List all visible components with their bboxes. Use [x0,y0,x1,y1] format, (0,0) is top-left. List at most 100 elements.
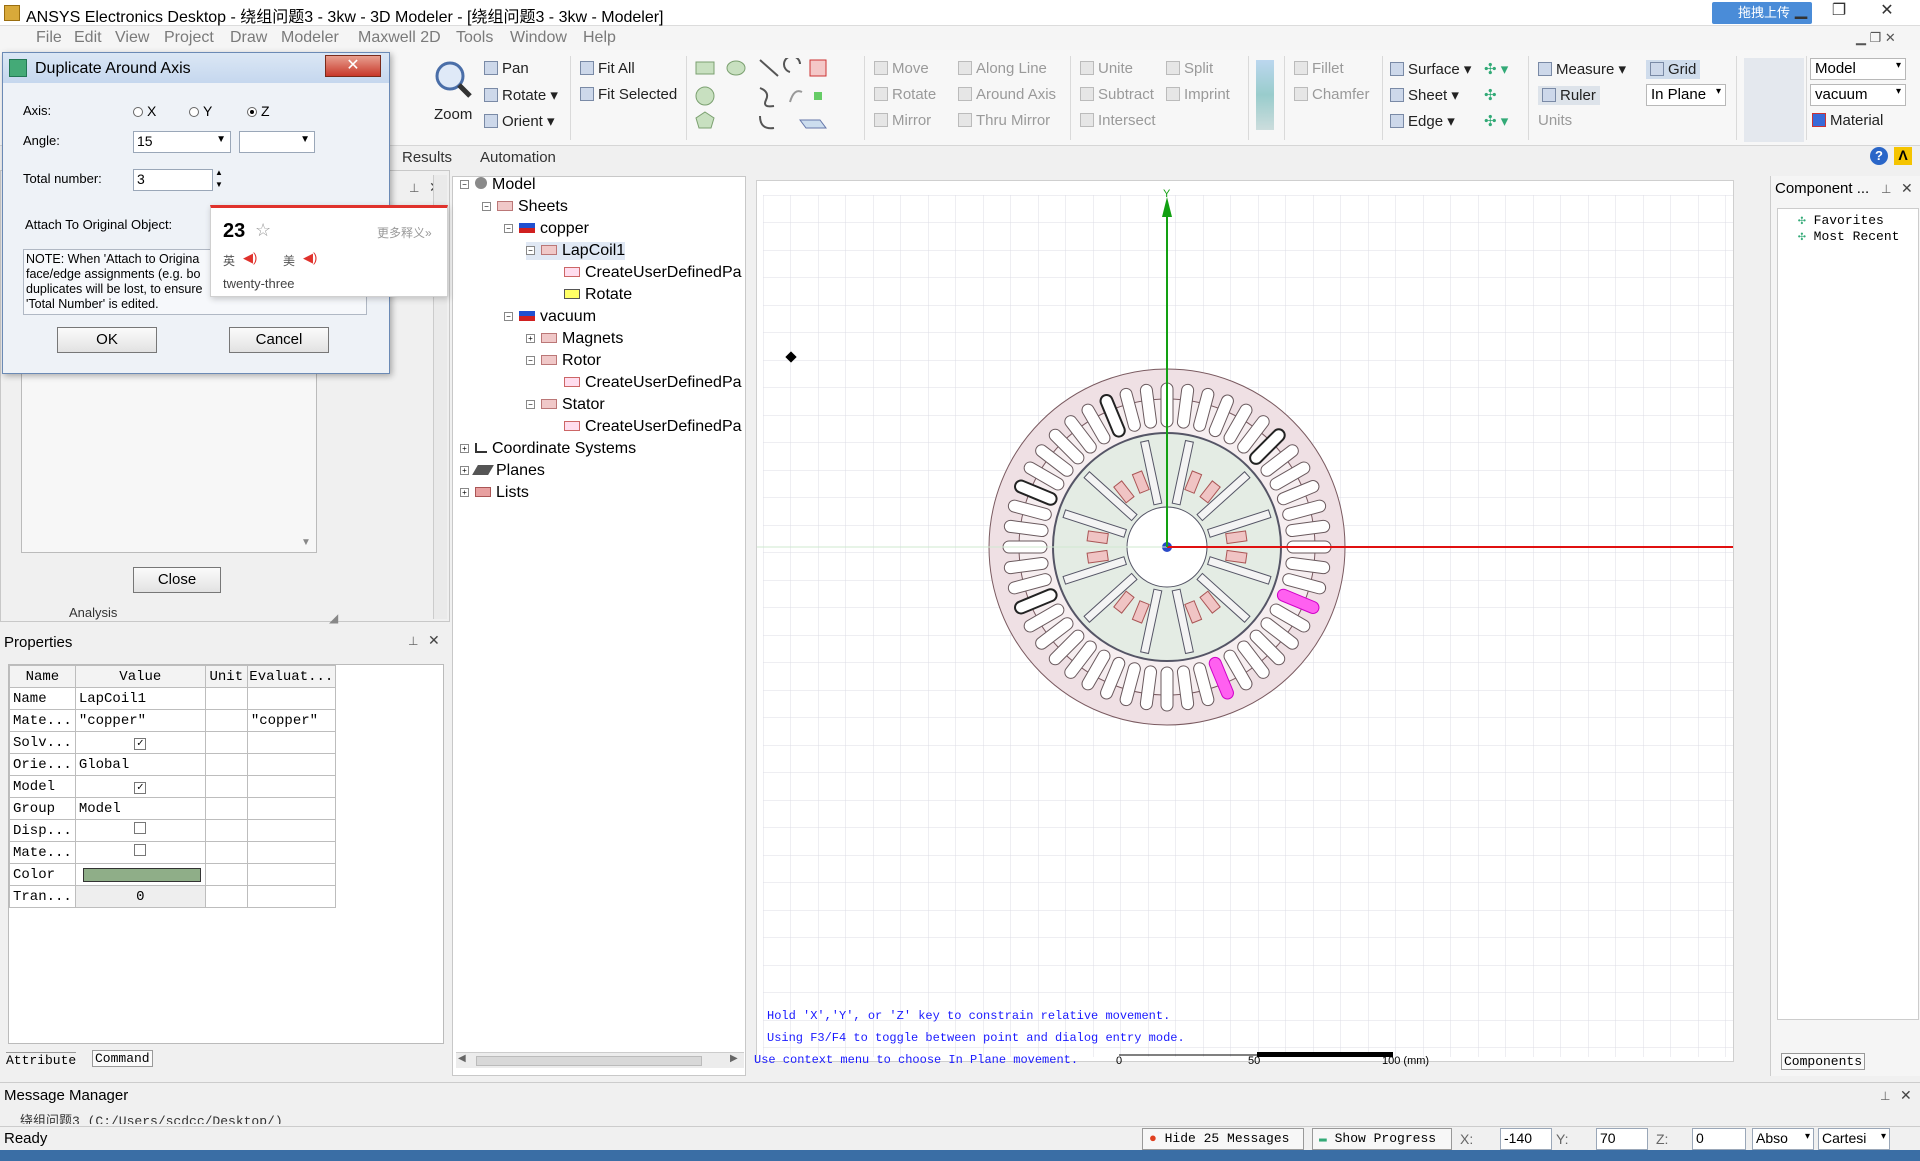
ruler-button[interactable]: Ruler [1538,86,1600,105]
model-checkbox[interactable]: ✓ [134,781,147,794]
tab-attribute[interactable]: Attribute [6,1052,77,1068]
dropdown-icon[interactable]: ▼ [216,134,226,145]
tree-node-copper[interactable]: − copper [504,220,589,238]
more-meanings-link[interactable]: 更多释义» [377,224,432,241]
axis-tools-icon[interactable]: ✣ ▾ [1484,60,1508,78]
orient-button[interactable]: Orient ▾ [484,112,555,130]
menu-help[interactable]: Help [583,29,616,47]
pan-button[interactable]: Pan [484,60,529,77]
minimize-icon[interactable]: ▁ [1786,0,1816,22]
speaker-uk-icon[interactable]: ◀) [243,250,257,266]
y-coordinate-input[interactable]: 70 [1596,1128,1648,1150]
table-row[interactable]: Model ✓ [9,775,336,798]
col-eval-header[interactable]: Evaluat... [246,665,336,688]
axis-more-icon[interactable]: ✣ ▾ [1484,112,1508,130]
axis-align-icon[interactable]: ✣ [1484,86,1497,104]
grid-plane-select[interactable]: In Plane ▾ [1646,84,1726,106]
axis-x-radio[interactable]: X [133,103,156,119]
thru-mirror-button[interactable]: Thru Mirror [958,112,1050,129]
table-row[interactable]: Tran... 0 [9,885,336,908]
panel-close-icon[interactable]: ✕ [428,632,440,649]
rotate-object-button[interactable]: Rotate [874,86,936,103]
pin-icon[interactable]: ⊥ [1880,1089,1890,1103]
unite-button[interactable]: Unite [1080,60,1133,77]
menu-project[interactable]: Project [164,29,214,47]
cancel-button[interactable]: Cancel [229,327,329,353]
col-value-header[interactable]: Value [74,665,206,688]
view-tools-icon[interactable] [1256,60,1274,130]
tree-node-lists[interactable]: + Lists [460,484,529,502]
x-coordinate-input[interactable]: -140 [1500,1128,1552,1150]
col-unit-header[interactable]: Unit [204,665,248,688]
display-wireframe-checkbox[interactable] [134,822,147,834]
zoom-icon[interactable] [432,58,474,100]
fillet-button[interactable]: Fillet [1294,60,1344,77]
prop-value[interactable]: LapCoil1 [74,687,206,710]
speaker-us-icon[interactable]: ◀) [303,250,317,266]
menu-view[interactable]: View [115,29,149,47]
axis-y-radio[interactable]: Y [189,103,212,119]
maximize-icon[interactable]: ❐ [1824,0,1854,22]
zoom-button[interactable]: Zoom [434,106,472,123]
units-button[interactable]: Units [1538,112,1572,129]
tree-node-sheets[interactable]: − Sheets [482,198,568,216]
tree-horizontal-scrollbar[interactable]: ◀ ▶ [456,1052,744,1068]
help-icon[interactable]: ? [1870,147,1888,165]
menu-file[interactable]: File [36,29,62,47]
model-select[interactable]: Model ▾ [1810,58,1906,80]
rotate-view-button[interactable]: Rotate ▾ [484,86,558,104]
table-row[interactable]: Solv... ✓ [9,731,336,754]
table-row[interactable]: Name LapCoil1 [9,687,336,710]
analysis-item[interactable]: Analysis [69,605,117,620]
drawing-area[interactable]: Y X [757,181,1773,1061]
pin-icon[interactable]: ⊥ [408,634,418,648]
table-row[interactable]: Color [9,863,336,886]
angle-unit-select[interactable]: ▼ [239,131,315,153]
subtract-button[interactable]: Subtract [1080,86,1154,103]
tree-node-planes[interactable]: + Planes [460,462,545,480]
close-button[interactable]: Close [133,567,221,593]
table-row[interactable]: Orie... Global [9,753,336,776]
tab-automation[interactable]: Automation [480,149,556,166]
tree-node-stator[interactable]: − Stator [526,396,605,414]
move-button[interactable]: Move [874,60,929,77]
prop-value[interactable]: Model [74,797,206,820]
grid-button[interactable]: Grid [1646,60,1701,79]
around-axis-button[interactable]: Around Axis [958,86,1056,103]
tree-node-model[interactable]: − Model [460,176,536,194]
tree-node-create-udp-3[interactable]: CreateUserDefinedPa [564,418,742,436]
transparency-value[interactable]: 0 [74,885,206,908]
surface-button[interactable]: Surface ▾ [1390,60,1471,78]
panel-close-icon[interactable]: ✕ [1900,1087,1912,1104]
tree-node-create-udp-2[interactable]: CreateUserDefinedPa [564,374,742,392]
table-row[interactable]: Disp... [9,819,336,842]
tree-node-create-udp-1[interactable]: CreateUserDefinedPa [564,264,742,282]
col-name-header[interactable]: Name [9,665,76,688]
split-button[interactable]: Split [1166,60,1213,77]
menu-window[interactable]: Window [510,29,567,47]
tree-node-rotor[interactable]: − Rotor [526,352,601,370]
spinner-icon[interactable]: ▲ ▼ [215,167,223,191]
menu-draw[interactable]: Draw [230,29,267,47]
table-row[interactable]: Mate... [9,841,336,864]
tree-node-rotate[interactable]: Rotate [564,286,632,304]
absolute-relative-select[interactable]: Abso ▾ [1752,1128,1814,1150]
along-line-button[interactable]: Along Line [958,60,1047,77]
resize-grip-icon[interactable]: ◢ [329,611,338,625]
prop-value[interactable]: "copper" [74,709,206,732]
project-list-box[interactable] [21,357,317,553]
favorites-item[interactable]: ✣ Favorites [1798,213,1884,228]
tab-components[interactable]: Components [1781,1053,1866,1070]
modeler-canvas[interactable]: Y X Hold 'X','Y', or 'Z' key to constrai… [756,180,1773,1062]
coordinate-system-select[interactable]: Cartesi ▾ [1818,1128,1890,1150]
most-recent-item[interactable]: ✣ Most Recent [1798,229,1899,244]
menu-modeler[interactable]: Modeler [281,29,339,47]
z-coordinate-input[interactable]: 0 [1692,1128,1746,1150]
menu-maxwell-2d[interactable]: Maxwell 2D [358,29,441,47]
menu-edit[interactable]: Edit [74,29,102,47]
pin-icon[interactable]: ⊥ [1881,182,1891,196]
material-appearance-checkbox[interactable] [134,844,147,856]
chamfer-button[interactable]: Chamfer [1294,86,1370,103]
dialog-close-icon[interactable]: ✕ [325,55,381,77]
show-progress-button[interactable]: ▬ Show Progress [1312,1128,1452,1150]
